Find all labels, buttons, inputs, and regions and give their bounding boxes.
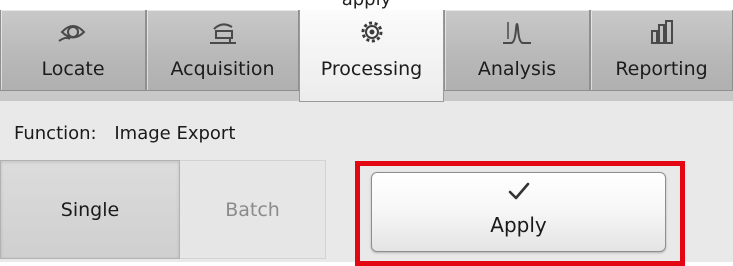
- tab-label: Analysis: [477, 58, 557, 80]
- function-row: Function: Image Export: [14, 123, 235, 144]
- eye-icon: [58, 25, 86, 42]
- checkmark-icon: [508, 182, 529, 200]
- top-caption: apply: [0, 0, 733, 10]
- tab-reporting[interactable]: Reporting: [590, 10, 733, 91]
- single-button[interactable]: Single: [0, 160, 180, 259]
- processing-panel: Locate Acquisition Processing Analysis R…: [0, 10, 733, 266]
- tab-label: Acquisition: [170, 58, 275, 80]
- apply-label: Apply: [490, 213, 547, 237]
- batch-button[interactable]: Batch: [180, 160, 326, 259]
- peak-icon: [503, 22, 531, 44]
- function-label: Function:: [14, 123, 97, 144]
- tab-locate[interactable]: Locate: [0, 10, 146, 91]
- tab-label: Locate: [41, 58, 105, 80]
- function-value: Image Export: [114, 123, 236, 144]
- tab-acquisition[interactable]: Acquisition: [146, 10, 299, 91]
- tab-processing[interactable]: Processing: [299, 10, 444, 102]
- gear-icon: [361, 21, 382, 43]
- tab-label: Processing: [320, 58, 423, 80]
- tab-strip: Locate Acquisition Processing Analysis R…: [0, 10, 733, 102]
- bar-chart-icon: [650, 20, 673, 44]
- microscope-icon: [209, 23, 236, 44]
- caption-text: apply: [0, 0, 733, 10]
- tab-analysis[interactable]: Analysis: [444, 10, 590, 91]
- function-panel: Function: Image Export Single Batch Appl…: [0, 101, 733, 266]
- apply-button[interactable]: Apply: [371, 172, 666, 252]
- mode-toggle: Single Batch: [0, 160, 326, 259]
- tab-label: Reporting: [615, 58, 708, 80]
